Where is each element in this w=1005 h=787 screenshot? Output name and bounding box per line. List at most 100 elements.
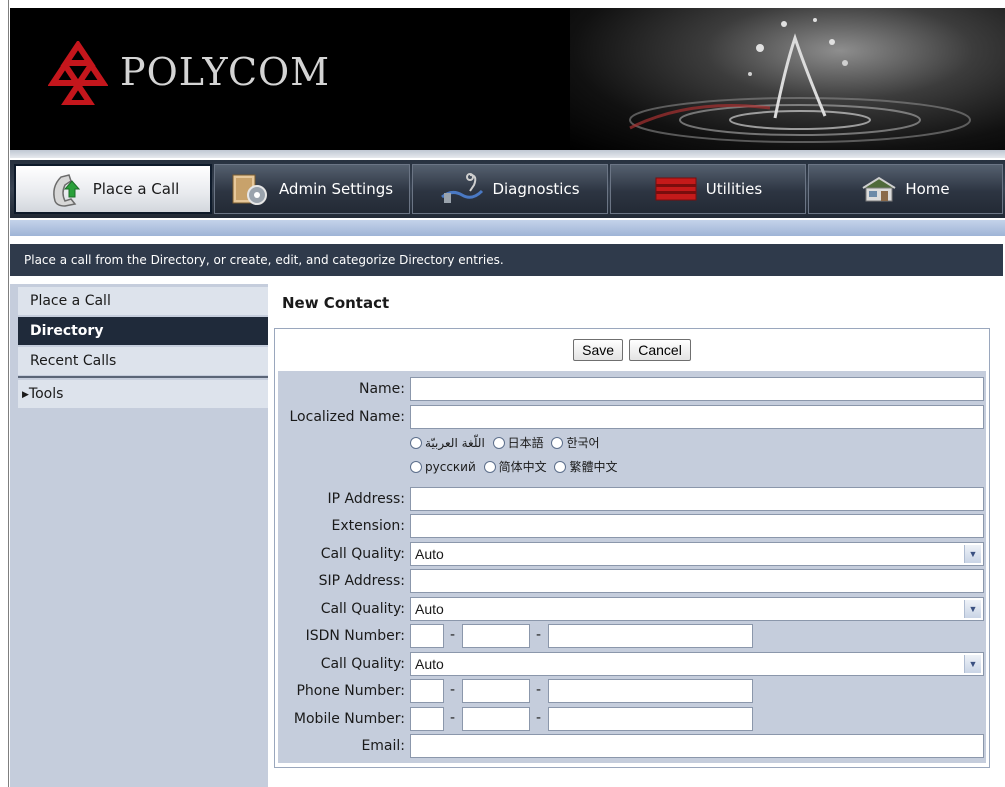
header-banner: POLYCOM bbox=[10, 8, 1005, 150]
radio-button[interactable] bbox=[492, 436, 505, 449]
tab-home[interactable]: Home bbox=[808, 164, 1003, 214]
language-option-japanese[interactable]: 日本語 bbox=[492, 434, 544, 451]
save-button[interactable]: Save bbox=[573, 339, 624, 361]
polycom-logo-text: POLYCOM bbox=[120, 50, 331, 94]
sidebar-item-label: Tools bbox=[28, 386, 64, 402]
name-row: Name: bbox=[278, 376, 986, 402]
sidebar: Place a Call Directory Recent Calls ▶Too… bbox=[10, 284, 268, 787]
isdn-area-code-input[interactable] bbox=[410, 624, 444, 648]
sidebar-item-directory[interactable]: Directory bbox=[18, 317, 268, 345]
sidebar-item-place-a-call[interactable]: Place a Call bbox=[18, 287, 268, 315]
language-option-korean[interactable]: 한국어 bbox=[551, 434, 600, 451]
phone-number-row: Phone Number: - - bbox=[278, 678, 986, 704]
ip-address-input[interactable] bbox=[410, 487, 984, 511]
call-quality-label: Call Quality: bbox=[320, 601, 405, 617]
localized-name-row: Localized Name: bbox=[278, 404, 986, 430]
sip-address-input[interactable] bbox=[410, 569, 984, 593]
sidebar-item-tools[interactable]: ▶Tools bbox=[18, 380, 268, 408]
extension-input[interactable] bbox=[410, 514, 984, 538]
isdn-number-row: ISDN Number: - - bbox=[278, 623, 986, 649]
sidebar-divider bbox=[18, 376, 268, 378]
nav-sub-gap bbox=[10, 236, 1005, 242]
tab-diagnostics[interactable]: Diagnostics bbox=[412, 164, 608, 214]
localized-name-input[interactable] bbox=[410, 405, 984, 429]
mobile-number-row: Mobile Number: - - bbox=[278, 706, 986, 732]
call-quality-select-sip[interactable]: Auto ▼ bbox=[410, 597, 984, 621]
separator: - bbox=[536, 682, 542, 698]
language-options-row-2: русский 简体中文 繁體中文 bbox=[410, 458, 621, 478]
language-label: 한국어 bbox=[566, 436, 600, 450]
chevron-down-icon[interactable]: ▼ bbox=[964, 600, 981, 618]
phone-area-code-input[interactable] bbox=[410, 679, 444, 703]
form-fields: Name: Localized Name: اللّغة العربيّة 日本… bbox=[278, 371, 986, 763]
language-label: 日本語 bbox=[507, 436, 544, 450]
tab-label: Utilities bbox=[705, 180, 763, 198]
isdn-prefix-input[interactable] bbox=[462, 624, 530, 648]
call-quality-row-ip: Call Quality: Auto ▼ bbox=[278, 541, 986, 567]
tab-label: Home bbox=[905, 180, 950, 198]
language-option-arabic[interactable]: اللّغة العربيّة bbox=[410, 436, 485, 450]
main-nav: Place a Call Admin Settings Diagnostics … bbox=[10, 160, 1005, 218]
left-border bbox=[8, 0, 9, 787]
chevron-down-icon[interactable]: ▼ bbox=[964, 655, 981, 673]
mobile-prefix-input[interactable] bbox=[462, 707, 530, 731]
chevron-down-icon[interactable]: ▼ bbox=[964, 545, 981, 563]
localized-name-label: Localized Name: bbox=[289, 409, 406, 425]
radio-button[interactable] bbox=[483, 460, 496, 473]
extension-row: Extension: bbox=[278, 513, 986, 539]
nav-sub-bar bbox=[10, 220, 1005, 236]
diagnostics-icon bbox=[441, 173, 484, 203]
tab-label: Diagnostics bbox=[492, 180, 580, 198]
call-quality-label: Call Quality: bbox=[320, 546, 405, 562]
mobile-number-label: Mobile Number: bbox=[293, 711, 405, 727]
page-title: New Contact bbox=[282, 294, 390, 312]
call-quality-select-ip[interactable]: Auto ▼ bbox=[410, 542, 984, 566]
utilities-icon bbox=[655, 177, 697, 201]
isdn-number-input[interactable] bbox=[548, 624, 753, 648]
radio-button[interactable] bbox=[551, 436, 564, 449]
cancel-button[interactable]: Cancel bbox=[629, 339, 691, 361]
language-option-simplified-chinese[interactable]: 简体中文 bbox=[483, 458, 547, 475]
radio-button[interactable] bbox=[410, 460, 422, 473]
mobile-number-input[interactable] bbox=[548, 707, 753, 731]
tab-admin-settings[interactable]: Admin Settings bbox=[214, 164, 410, 214]
ip-address-label: IP Address: bbox=[327, 491, 406, 507]
tab-place-a-call[interactable]: Place a Call bbox=[14, 164, 212, 214]
isdn-number-label: ISDN Number: bbox=[305, 628, 405, 644]
admin-settings-icon bbox=[232, 174, 267, 205]
email-input[interactable] bbox=[410, 734, 984, 758]
separator: - bbox=[536, 627, 542, 643]
sidebar-item-recent-calls[interactable]: Recent Calls bbox=[18, 347, 268, 375]
radio-button[interactable] bbox=[410, 436, 422, 449]
sip-address-label: SIP Address: bbox=[318, 573, 405, 589]
polycom-logo-icon bbox=[48, 41, 108, 105]
language-option-russian[interactable]: русский bbox=[410, 460, 476, 474]
phone-number-input[interactable] bbox=[548, 679, 753, 703]
phone-icon bbox=[52, 174, 80, 207]
tab-utilities[interactable]: Utilities bbox=[610, 164, 806, 214]
form-button-row: Save Cancel bbox=[275, 339, 989, 361]
separator: - bbox=[536, 710, 542, 726]
page-description: Place a call from the Directory, or crea… bbox=[10, 244, 1003, 276]
home-icon bbox=[862, 176, 896, 202]
language-label: 简体中文 bbox=[498, 460, 547, 474]
language-option-traditional-chinese[interactable]: 繁體中文 bbox=[554, 458, 617, 475]
sip-address-row: SIP Address: bbox=[278, 568, 986, 594]
select-value: Auto bbox=[415, 601, 444, 617]
tab-label: Admin Settings bbox=[278, 180, 394, 198]
triangle-right-icon: ▶ bbox=[22, 390, 29, 400]
separator: - bbox=[450, 682, 456, 698]
call-quality-label: Call Quality: bbox=[320, 656, 405, 672]
mobile-area-code-input[interactable] bbox=[410, 707, 444, 731]
language-options-row-1: اللّغة العربيّة 日本語 한국어 bbox=[410, 434, 604, 454]
phone-number-label: Phone Number: bbox=[296, 683, 405, 699]
radio-button[interactable] bbox=[554, 460, 567, 473]
tab-label: Place a Call bbox=[92, 180, 180, 198]
phone-prefix-input[interactable] bbox=[462, 679, 530, 703]
call-quality-select-isdn[interactable]: Auto ▼ bbox=[410, 652, 984, 676]
language-label: 繁體中文 bbox=[569, 460, 618, 474]
language-label: اللّغة العربيّة bbox=[425, 435, 485, 450]
name-label: Name: bbox=[358, 381, 405, 397]
name-input[interactable] bbox=[410, 377, 984, 401]
language-label: русский bbox=[425, 459, 476, 474]
